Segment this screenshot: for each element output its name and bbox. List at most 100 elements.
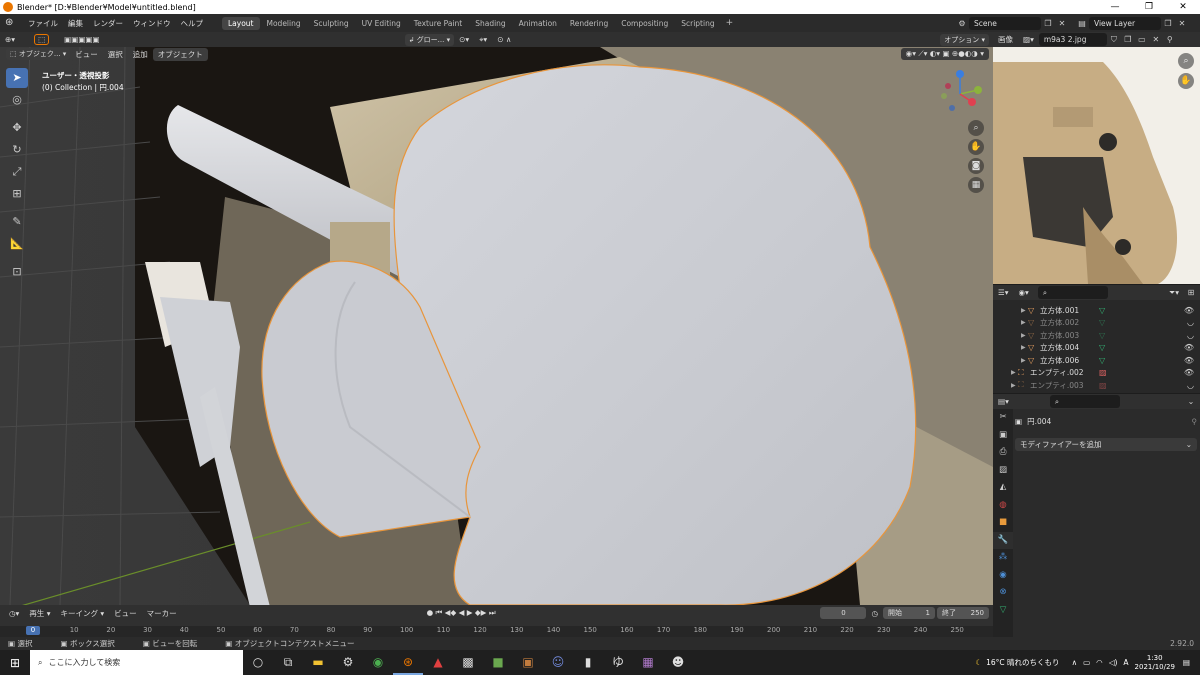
preview-range-icon[interactable]: ◷ — [866, 608, 883, 619]
output-tab-icon[interactable]: ⎙ — [993, 444, 1013, 462]
properties-options-icon[interactable]: ⌄ — [1184, 395, 1198, 408]
fake-user-icon[interactable]: ⛉ — [1107, 33, 1121, 46]
playback-controls[interactable]: ● ⏮ ◀◆ ◀ ▶ ◆▶ ⏭ — [422, 607, 501, 619]
view-layer-field[interactable]: View Layer — [1089, 16, 1161, 30]
menu-render[interactable]: レンダー — [88, 18, 128, 29]
options-dropdown[interactable]: オプション ▾ — [940, 33, 989, 46]
menu-edit[interactable]: 編集 — [63, 18, 88, 29]
scene-tab-icon[interactable]: ◭ — [993, 479, 1013, 497]
delete-scene-icon[interactable]: ✕ — [1055, 17, 1069, 30]
delete-view-layer-icon[interactable]: ✕ — [1175, 17, 1189, 30]
pin-icon[interactable]: ⚲ — [1163, 33, 1177, 46]
mode-dropdown[interactable]: ⬚ オブジェク... ▾ — [6, 48, 71, 60]
visibility-eye-icon[interactable]: 👁 — [1184, 368, 1194, 377]
rotate-tool[interactable]: ↻ — [6, 140, 28, 160]
visibility-eye-icon[interactable]: 👁 — [1184, 343, 1194, 352]
pin-properties-icon[interactable]: ⚲ — [1192, 417, 1198, 426]
menu-file[interactable]: ファイル — [23, 18, 63, 29]
tab-modeling[interactable]: Modeling — [261, 17, 307, 30]
pivot-icon[interactable]: ⊙▾ — [454, 34, 474, 45]
hidden-eye-icon[interactable]: ◡ — [1187, 331, 1194, 340]
timeline-view-menu[interactable]: ビュー — [109, 607, 142, 620]
menu-view[interactable]: ビュー — [70, 48, 103, 61]
current-frame-marker[interactable]: 0 — [26, 626, 40, 635]
playback-menu[interactable]: 再生 ▾ — [24, 607, 55, 620]
modifier-tab-icon[interactable]: 🔧 — [993, 531, 1013, 549]
tab-layout[interactable]: Layout — [222, 16, 260, 30]
unlink-image-icon[interactable]: ✕ — [1149, 33, 1163, 46]
select-tool-icon[interactable]: ⬚ — [34, 34, 50, 45]
menu-select[interactable]: 選択 — [103, 48, 128, 61]
yu-app-icon[interactable]: ゆ — [603, 650, 633, 675]
hidden-eye-icon[interactable]: ◡ — [1187, 381, 1194, 390]
transform-tool[interactable]: ⊞ — [6, 184, 28, 204]
visibility-eye-icon[interactable]: 👁 — [1184, 356, 1194, 365]
menu-object[interactable]: オブジェクト — [152, 47, 208, 61]
timeline-editor-icon[interactable]: ◷▾ — [4, 608, 24, 619]
tab-compositing[interactable]: Compositing — [615, 17, 674, 30]
close-button[interactable]: ✕ — [1166, 0, 1200, 14]
outliner-search[interactable]: ⌕ — [1037, 286, 1108, 299]
grid-view-icon[interactable]: ▦ — [968, 177, 984, 193]
expand-arrow-icon[interactable]: ▶ — [1021, 319, 1028, 326]
task-view-icon[interactable]: ⧉ — [273, 650, 303, 675]
blender-menu-icon[interactable]: ⊛ — [5, 17, 19, 29]
timeline-ruler[interactable]: 0 10 20 30 40 50 60 70 80 90 100 110 120 130 140 150 16… — [0, 626, 993, 637]
outliner-row-3[interactable]: ▶ ▽ 立方体.003 ▽ ◡ — [993, 329, 1200, 342]
character-app-icon[interactable]: ☻ — [663, 650, 693, 675]
navigation-gizmo[interactable] — [932, 66, 988, 122]
properties-editor-icon[interactable]: ▤▾ — [993, 396, 1014, 407]
scale-tool[interactable]: ⤢ — [6, 162, 28, 182]
blender-taskbar-icon[interactable]: ⊛ — [393, 650, 423, 675]
expand-arrow-icon[interactable]: ▶ — [1021, 344, 1028, 351]
particles-tab-icon[interactable]: ⁂ — [993, 549, 1013, 567]
new-scene-icon[interactable]: ❐ — [1041, 17, 1055, 30]
render-tab-icon[interactable]: ▣ — [993, 427, 1013, 445]
end-frame-field[interactable]: 終了 250 — [937, 607, 989, 619]
maximize-button[interactable]: ❐ — [1132, 0, 1166, 14]
tray-overflow-icon[interactable]: ∧ — [1072, 658, 1078, 667]
annotate-tool[interactable]: ✎ — [6, 212, 28, 232]
discord-icon[interactable]: ☺ — [543, 650, 573, 675]
tab-scripting[interactable]: Scripting — [675, 17, 720, 30]
file-explorer-icon[interactable]: ▬ — [303, 650, 333, 675]
app-2k-icon[interactable]: ▩ — [453, 650, 483, 675]
snap-icon[interactable]: ⌖▾ — [474, 34, 492, 46]
tab-uv-editing[interactable]: UV Editing — [356, 17, 407, 30]
chrome-icon[interactable]: ◉ — [363, 650, 393, 675]
minecraft-icon[interactable]: ■ — [483, 650, 513, 675]
new-collection-icon[interactable]: ⊞ — [1184, 286, 1198, 299]
view-layer-icon[interactable]: ▤ — [1075, 17, 1089, 30]
outliner-row-4[interactable]: ▶ ▽ 立方体.004 ▽ 👁 — [993, 342, 1200, 355]
tab-animation[interactable]: Animation — [513, 17, 563, 30]
measure-tool[interactable]: 📐 — [6, 234, 28, 254]
clock[interactable]: 1:30 2021/10/29 — [1135, 654, 1175, 672]
notifications-icon[interactable]: ▤ — [1183, 658, 1190, 667]
current-frame-field[interactable]: 0 — [820, 607, 867, 619]
visibility-eye-icon[interactable]: 👁 — [1184, 306, 1194, 315]
scene-field[interactable]: Scene — [969, 16, 1041, 30]
minimize-button[interactable]: — — [1098, 0, 1132, 14]
start-frame-field[interactable]: 開始 1 — [883, 607, 935, 619]
data-tab-icon[interactable]: ▽ — [993, 602, 1013, 620]
image-name-field[interactable]: m9a3 2.jpg — [1038, 33, 1107, 46]
tab-shading[interactable]: Shading — [469, 17, 511, 30]
image-menu[interactable]: 画像 — [993, 33, 1018, 46]
expand-arrow-icon[interactable]: ▶ — [1011, 369, 1018, 376]
marker-menu[interactable]: マーカー — [142, 607, 182, 620]
world-tab-icon[interactable]: ◍ — [993, 497, 1013, 515]
add-cube-tool[interactable]: ⊡ — [6, 262, 28, 282]
taskbar-search[interactable]: ⌕ ここに入力して検索 — [30, 650, 243, 675]
hidden-eye-icon[interactable]: ◡ — [1187, 318, 1194, 327]
outliner-row-5[interactable]: ▶ ▽ 立方体.006 ▽ 👁 — [993, 354, 1200, 367]
zoom-icon-image[interactable]: ⌕ — [1178, 53, 1194, 69]
constraints-tab-icon[interactable]: ⊗ — [993, 584, 1013, 602]
new-image-icon[interactable]: ❐ — [1121, 33, 1135, 46]
object-tab-icon[interactable]: ■ — [993, 514, 1013, 532]
image-browse-icon[interactable]: ▨▾ — [1018, 34, 1039, 45]
keying-menu[interactable]: キーイング ▾ — [55, 607, 109, 620]
menu-help[interactable]: ヘルプ — [176, 18, 209, 29]
image-canvas[interactable]: ⌕ ✋ — [993, 47, 1200, 284]
wifi-icon[interactable]: ◠ — [1096, 658, 1103, 667]
view-layer-tab-icon[interactable]: ▨ — [993, 462, 1013, 480]
